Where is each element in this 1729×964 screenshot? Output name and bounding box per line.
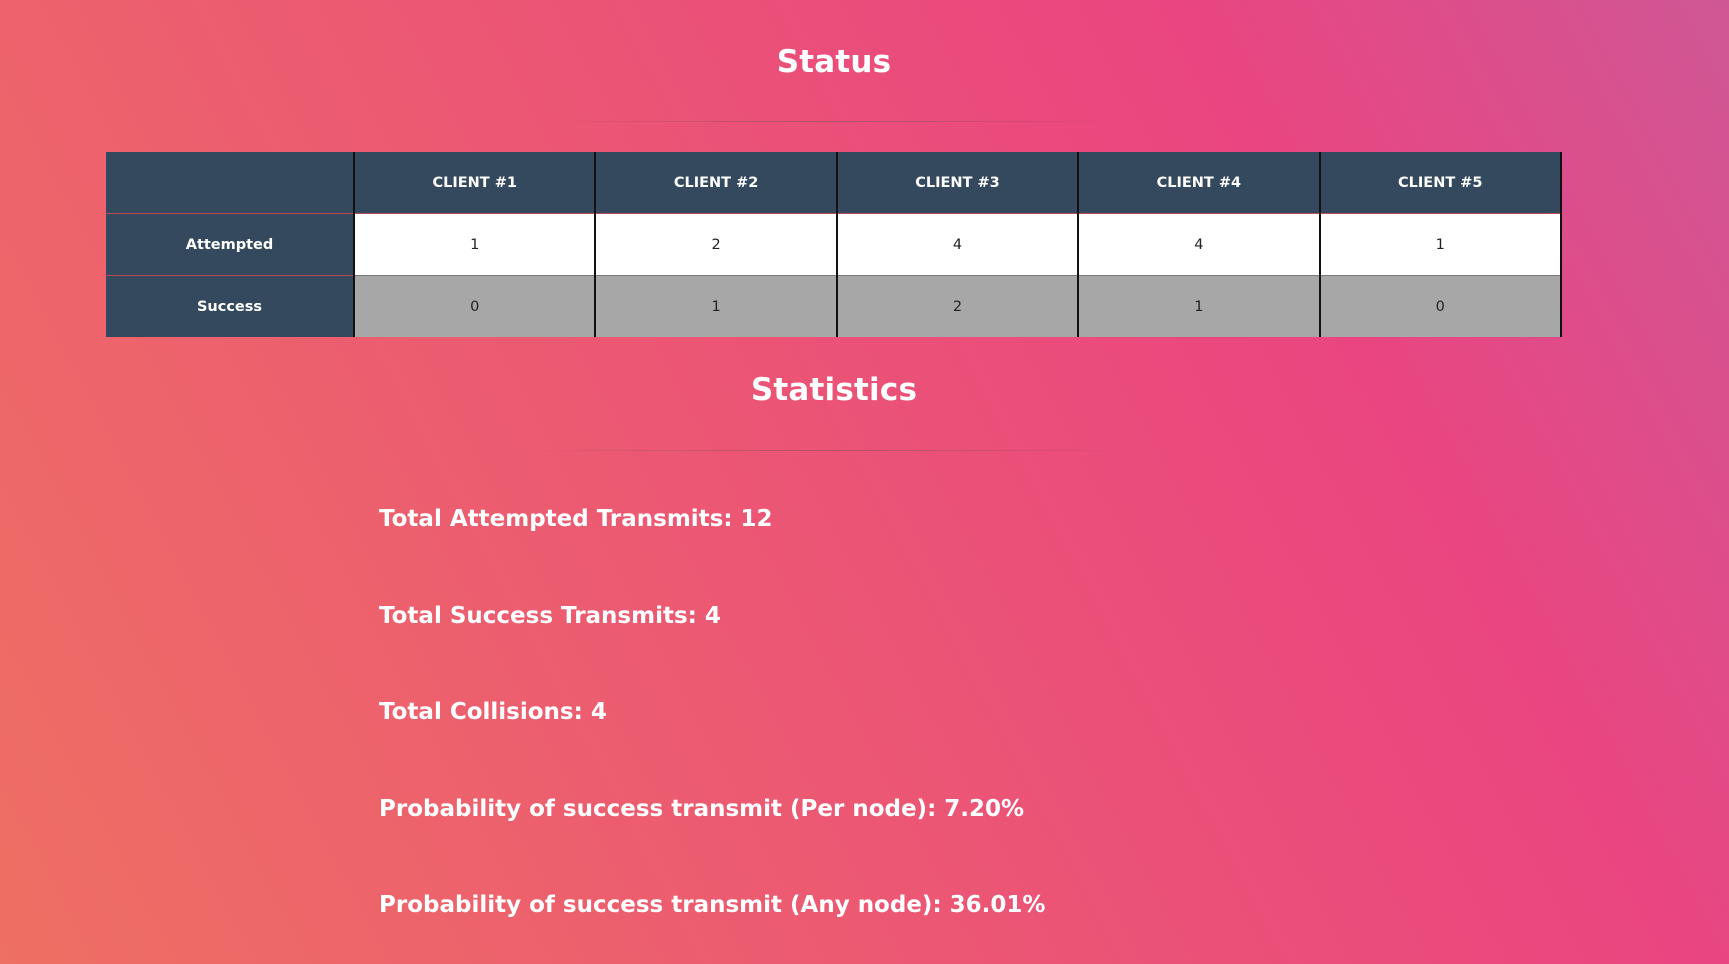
statistics-divider — [520, 450, 1148, 451]
attempted-cell-client-2: 2 — [594, 213, 837, 276]
column-header-client-5: CLIENT #5 — [1318, 152, 1563, 214]
column-header-client-2: CLIENT #2 — [594, 152, 837, 214]
attempted-cell-client-3: 4 — [835, 213, 1079, 276]
stat-total-collisions: Total Collisions: 4 — [379, 699, 607, 725]
stat-probability-any-node: Probability of success transmit (Any nod… — [379, 892, 1046, 918]
stat-total-success: Total Success Transmits: 4 — [379, 603, 721, 629]
attempted-cell-client-5: 1 — [1318, 213, 1563, 276]
success-cell-client-1: 0 — [352, 275, 596, 337]
row-header-success: Success — [106, 275, 354, 337]
table-corner-cell — [106, 152, 354, 214]
table-header-row: CLIENT #1 CLIENT #2 CLIENT #3 CLIENT #4 … — [106, 152, 1563, 214]
column-header-client-4: CLIENT #4 — [1077, 152, 1320, 214]
column-header-client-1: CLIENT #1 — [352, 152, 596, 214]
success-cell-client-3: 2 — [835, 275, 1079, 337]
attempted-cell-client-4: 4 — [1077, 213, 1320, 276]
success-cell-client-2: 1 — [594, 275, 837, 337]
success-cell-client-4: 1 — [1077, 275, 1320, 337]
statistics-title: Statistics — [750, 372, 918, 408]
status-title: Status — [776, 44, 892, 80]
table-row-attempted: Attempted 1 2 4 4 1 — [106, 213, 1563, 276]
table-row-success: Success 0 1 2 1 0 — [106, 275, 1563, 337]
column-header-client-3: CLIENT #3 — [835, 152, 1079, 214]
status-table: CLIENT #1 CLIENT #2 CLIENT #3 CLIENT #4 … — [106, 152, 1563, 337]
stat-probability-per-node: Probability of success transmit (Per nod… — [379, 796, 1025, 822]
status-divider — [540, 121, 1128, 122]
stat-total-attempted: Total Attempted Transmits: 12 — [379, 506, 773, 532]
success-cell-client-5: 0 — [1318, 275, 1563, 337]
row-header-attempted: Attempted — [106, 213, 354, 276]
attempted-cell-client-1: 1 — [352, 213, 596, 276]
